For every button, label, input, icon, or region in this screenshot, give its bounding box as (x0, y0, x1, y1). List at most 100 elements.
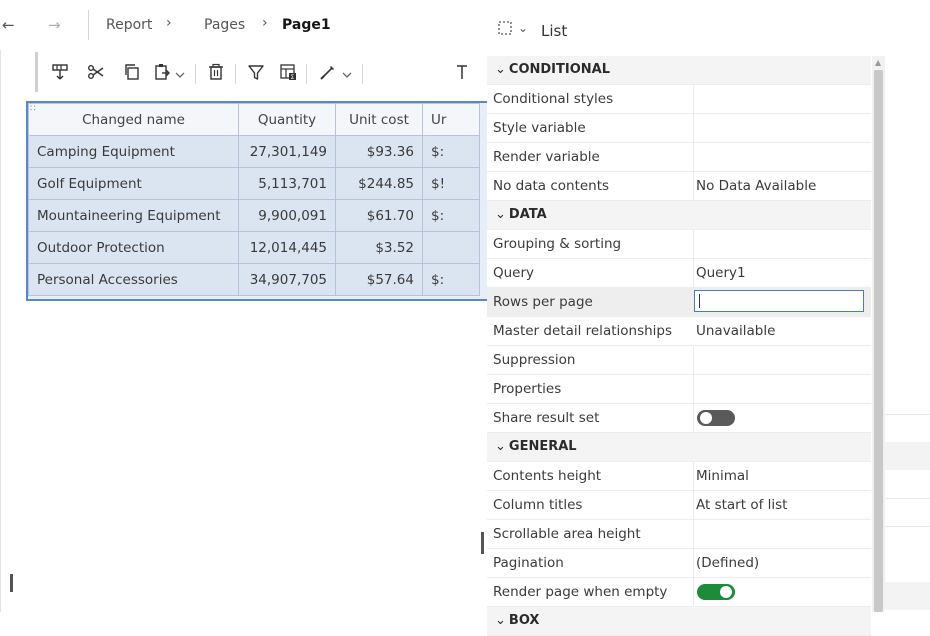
table-cell[interactable]: $: (422, 135, 480, 168)
delete-icon[interactable] (204, 60, 228, 84)
chevron-down-icon: ⌄ (495, 613, 506, 628)
property-properties[interactable]: Properties (487, 375, 871, 404)
chevron-right-icon: › (262, 15, 268, 31)
scrollbar-thumb[interactable] (874, 70, 883, 612)
text-icon[interactable] (450, 60, 474, 84)
table-cell[interactable]: $! (422, 167, 480, 200)
cut-icon[interactable] (84, 60, 108, 84)
property-contents-height[interactable]: Contents height Minimal (487, 462, 871, 491)
property-label: Contents height (493, 468, 602, 484)
drag-handle-icon[interactable]: ∷ (30, 104, 36, 114)
style-brush-icon[interactable] (316, 60, 340, 84)
property-column-titles[interactable]: Column titles At start of list (487, 491, 871, 520)
list-object[interactable]: Changed name Quantity Unit cost Ur Campi… (26, 101, 490, 301)
property-render-page-when-empty[interactable]: Render page when empty (487, 578, 871, 607)
forward-arrow-icon[interactable]: → (48, 16, 61, 34)
breadcrumb-pages[interactable]: Pages (204, 17, 245, 33)
chevron-down-icon: ⌄ (495, 207, 506, 222)
table-cell[interactable]: $244.85 (335, 167, 423, 200)
section-title: GENERAL (508, 439, 577, 454)
filter-icon[interactable] (244, 60, 268, 84)
column-header-truncated[interactable]: Ur (422, 103, 480, 136)
breadcrumb-bar: ← → Report › Pages › Page1 (0, 0, 480, 50)
select-ancestor-dotted-box-icon[interactable] (497, 20, 513, 36)
background-band (885, 442, 930, 470)
background-divider (885, 498, 930, 499)
table-cell[interactable]: $61.70 (335, 199, 423, 232)
property-pagination[interactable]: Pagination (Defined) (487, 549, 871, 578)
table-cell[interactable]: 5,113,701 (238, 167, 336, 200)
text-cursor (699, 294, 700, 308)
table-cell[interactable]: $57.64 (335, 263, 423, 296)
chevron-down-icon: ⌄ (495, 439, 506, 454)
property-label: Grouping & sorting (493, 236, 622, 252)
paste-icon[interactable] (150, 60, 174, 84)
table-cell[interactable]: Personal Accessories (28, 263, 239, 296)
table-cell[interactable]: $93.36 (335, 135, 423, 168)
table-cell[interactable]: Outdoor Protection (28, 231, 239, 264)
section-box[interactable]: ⌄ BOX (487, 607, 871, 636)
list-table: Changed name Quantity Unit cost Ur Campi… (28, 103, 480, 296)
property-suppression[interactable]: Suppression (487, 346, 871, 375)
breadcrumb-report[interactable]: Report (106, 17, 152, 33)
property-style-variable[interactable]: Style variable (487, 114, 871, 143)
background-divider (885, 414, 930, 415)
property-rows-per-page[interactable]: Rows per page (487, 288, 871, 317)
render-page-when-empty-toggle[interactable] (697, 584, 735, 600)
table-row: Golf Equipment 5,113,701 $244.85 $! (28, 167, 480, 200)
column-header-changed-name[interactable]: Changed name (28, 103, 239, 136)
canvas-scroll-marker (10, 574, 13, 592)
panel-scrollbar[interactable]: ▲ (872, 56, 885, 612)
table-cell[interactable]: Golf Equipment (28, 167, 239, 200)
table-cell[interactable]: 12,014,445 (238, 231, 336, 264)
canvas-left-border (0, 50, 1, 612)
chevron-down-icon[interactable]: ⌄ (518, 21, 528, 35)
property-label: Properties (493, 381, 562, 397)
property-master-detail[interactable]: Master detail relationships Unavailable (487, 317, 871, 346)
svg-text:Σ: Σ (291, 74, 295, 81)
table-cell[interactable]: $3.52 (335, 231, 423, 264)
property-share-result-set[interactable]: Share result set (487, 404, 871, 433)
column-header-quantity[interactable]: Quantity (238, 103, 336, 136)
property-query[interactable]: Query Query1 (487, 259, 871, 288)
table-cell[interactable]: $: (422, 263, 480, 296)
copy-icon[interactable] (120, 60, 144, 84)
table-cell[interactable]: Mountaineering Equipment (28, 199, 239, 232)
property-scrollable-area-height[interactable]: Scrollable area height (487, 520, 871, 549)
style-dropdown-chevron-down-icon[interactable] (342, 65, 354, 78)
property-grouping-sorting[interactable]: Grouping & sorting (487, 230, 871, 259)
panel-resize-handle[interactable] (481, 532, 484, 554)
toggle-knob (720, 586, 732, 598)
property-value: At start of list (696, 497, 788, 513)
column-header-unit-cost[interactable]: Unit cost (335, 103, 423, 136)
properties-panel: ⌄ List ⌄ CONDITIONAL Conditional styles S… (487, 0, 872, 636)
toolbar-divider (306, 64, 307, 84)
property-conditional-styles[interactable]: Conditional styles (487, 85, 871, 114)
table-cell[interactable]: 27,301,149 (238, 135, 336, 168)
share-result-set-toggle[interactable] (697, 410, 735, 426)
table-cell[interactable]: 9,900,091 (238, 199, 336, 232)
scroll-up-arrow-icon[interactable]: ▲ (875, 58, 881, 67)
section-title: BOX (508, 613, 540, 628)
select-ancestor-icon[interactable] (48, 60, 72, 84)
table-cell[interactable]: 34,907,705 (238, 263, 336, 296)
property-render-variable[interactable]: Render variable (487, 143, 871, 172)
canvas-background (885, 0, 930, 612)
section-general[interactable]: ⌄ GENERAL (487, 433, 871, 462)
table-cell[interactable] (422, 231, 480, 264)
section-data[interactable]: ⌄ DATA (487, 201, 871, 230)
property-no-data-contents[interactable]: No data contents No Data Available (487, 172, 871, 201)
toolbar-grip (35, 52, 38, 92)
panel-title: List (541, 22, 568, 40)
rows-per-page-input[interactable] (694, 290, 864, 312)
breadcrumb-page1: Page1 (282, 17, 331, 33)
section-conditional[interactable]: ⌄ CONDITIONAL (487, 56, 871, 85)
summarize-icon[interactable]: Σ (276, 60, 300, 84)
table-cell[interactable]: Camping Equipment (28, 135, 239, 168)
paste-dropdown-chevron-down-icon[interactable] (175, 65, 187, 78)
back-arrow-icon[interactable]: ← (2, 16, 15, 34)
table-cell[interactable]: $: (422, 199, 480, 232)
property-label: Master detail relationships (493, 323, 673, 339)
property-label: Scrollable area height (493, 526, 641, 542)
chevron-right-icon: › (166, 15, 172, 31)
